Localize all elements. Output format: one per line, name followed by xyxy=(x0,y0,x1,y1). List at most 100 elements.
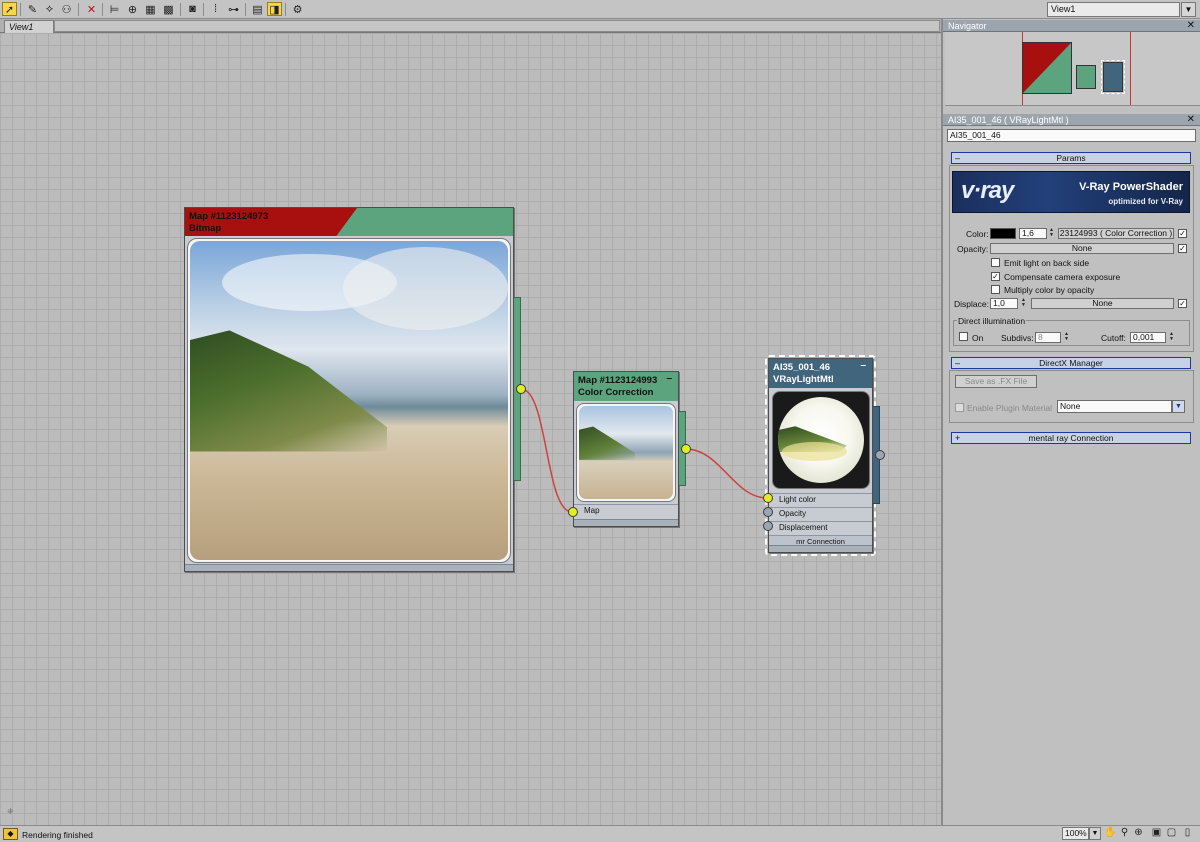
main-toolbar: ➚ ✎ ⟡ ⚇ ✕ ⊨ ⊕ ▦ ▩ ◙ ⁞ ⊶ ▤ ◨ ⚙ xyxy=(0,0,1200,19)
material-sphere xyxy=(778,397,864,483)
beach-thumbnail xyxy=(190,241,508,560)
cutoff-field[interactable]: 0,001 xyxy=(1130,332,1166,343)
chevron-down-icon[interactable]: ▼ xyxy=(1181,2,1196,17)
node-subtitle: VRayLightMtl xyxy=(773,374,834,385)
zoom-icon[interactable]: ⚲ xyxy=(1118,827,1131,840)
subdivs-field[interactable]: 8 xyxy=(1035,332,1061,343)
chevron-down-icon[interactable]: ▼ xyxy=(1172,400,1185,413)
chevron-down-icon[interactable]: ▼ xyxy=(1089,827,1101,840)
lasso-tool-icon[interactable]: ⟡ xyxy=(42,2,57,16)
color-swatch[interactable] xyxy=(990,228,1016,239)
tab-view1[interactable]: View1 xyxy=(4,20,54,33)
node-subtitle: Color Correction xyxy=(578,387,654,398)
node-footer xyxy=(769,545,872,552)
zoom-extents-icon[interactable]: ▣ xyxy=(1150,827,1163,840)
opacity-label: Opacity: xyxy=(957,244,989,254)
save-fx-button[interactable]: Save as .FX File xyxy=(955,375,1037,388)
bitmap-node[interactable]: Map #1123124973 Bitmap xyxy=(184,207,514,572)
spinner-icon[interactable]: ▲ ▼ xyxy=(1063,332,1070,343)
toolbar-separator xyxy=(78,3,79,16)
parameter-editor-icon[interactable]: ▤ xyxy=(250,2,265,16)
select-tool-icon[interactable]: ➚ xyxy=(2,2,17,16)
directx-rollout[interactable]: – DirectX Manager xyxy=(951,357,1191,369)
render-icon[interactable]: ⚙ xyxy=(290,2,305,16)
material-to-scene-icon[interactable]: ⊕ xyxy=(125,2,140,16)
toolbar-separator xyxy=(180,3,181,16)
displace-map-checkbox[interactable]: ✓ xyxy=(1178,299,1187,308)
collapse-icon: – xyxy=(955,153,961,163)
plugin-material-select[interactable]: None xyxy=(1057,400,1172,413)
wire-cc-to-light-color[interactable] xyxy=(685,448,768,499)
close-icon[interactable]: ✕ xyxy=(1187,20,1195,32)
slot-map[interactable]: Map xyxy=(574,504,678,517)
node-canvas[interactable]: Map #1123124973 Bitmap Map #1123124993 C… xyxy=(0,33,941,825)
slot-light-color[interactable]: Light color xyxy=(769,493,872,506)
navigator-cc-node xyxy=(1076,65,1096,89)
emit-back-side-label: Emit light on back side xyxy=(1004,258,1090,268)
pan-hand-icon[interactable]: ✋ xyxy=(1104,827,1117,840)
color-map-button[interactable]: 23124993 ( Color Correction ) xyxy=(1058,228,1174,239)
delete-icon[interactable]: ✕ xyxy=(84,2,99,16)
canvas-corner-icon: ⁜ xyxy=(7,807,14,816)
params-rollout[interactable]: – Params xyxy=(951,152,1191,164)
enable-plugin-checkbox[interactable] xyxy=(955,403,964,412)
spinner-icon[interactable]: ▲ ▼ xyxy=(1020,298,1027,309)
mtl-output-socket[interactable] xyxy=(875,450,885,460)
collapse-icon[interactable]: – xyxy=(860,360,866,371)
close-icon[interactable]: ✕ xyxy=(1187,114,1195,126)
cc-output-socket[interactable] xyxy=(681,444,691,454)
align-icon[interactable]: ⁞ xyxy=(208,2,223,16)
cutoff-label: Cutoff: xyxy=(1101,333,1126,343)
show-map-icon[interactable]: ◙ xyxy=(185,2,200,16)
navigator-view[interactable] xyxy=(945,32,1200,106)
opacity-socket[interactable] xyxy=(763,507,773,517)
compensate-exposure-checkbox[interactable]: ✓ xyxy=(991,272,1000,281)
grid-icon[interactable]: ▩ xyxy=(161,2,176,16)
zoom-selected-icon[interactable]: ▢ xyxy=(1165,827,1178,840)
direct-illumination-label: Direct illumination xyxy=(957,316,1027,326)
slot-displacement[interactable]: Displacement xyxy=(769,521,872,534)
hierarchy-icon[interactable]: ⊶ xyxy=(226,2,241,16)
bitmap-output-socket[interactable] xyxy=(516,384,526,394)
navigator-bitmap-node xyxy=(1022,42,1072,94)
opacity-map-button[interactable]: None xyxy=(990,243,1174,254)
displacement-socket[interactable] xyxy=(763,521,773,531)
spinner-icon[interactable]: ▲ ▼ xyxy=(1168,332,1175,343)
view-select[interactable]: View1 xyxy=(1047,2,1180,17)
color-label: Color: xyxy=(966,229,989,239)
node-title: AI35_001_46 xyxy=(773,362,831,373)
collapse-icon[interactable]: – xyxy=(666,373,672,384)
direct-on-checkbox[interactable] xyxy=(959,332,968,341)
toolbar-separator xyxy=(20,3,21,16)
pattern-icon[interactable]: ▦ xyxy=(143,2,158,16)
zoom-region-icon[interactable]: ⊕ xyxy=(1132,827,1145,840)
expand-icon: + xyxy=(955,433,961,443)
highlight-icon[interactable]: ◨ xyxy=(267,2,282,16)
layout-icon[interactable]: ⊨ xyxy=(107,2,122,16)
toolbar-separator xyxy=(102,3,103,16)
render-status-icon: ◆ xyxy=(3,828,18,840)
slot-opacity[interactable]: Opacity xyxy=(769,507,872,520)
vraylightmtl-node[interactable]: AI35_001_46 VRayLightMtl – Light color O… xyxy=(768,358,873,553)
pick-tool-icon[interactable]: ✎ xyxy=(25,2,40,16)
color-map-checkbox[interactable]: ✓ xyxy=(1178,229,1187,238)
material-name-field[interactable]: AI35_001_46 xyxy=(947,129,1196,142)
displace-map-button[interactable]: None xyxy=(1031,298,1174,309)
zoom-field[interactable]: 100% xyxy=(1062,827,1089,840)
map-input-socket[interactable] xyxy=(568,507,578,517)
light-color-socket[interactable] xyxy=(763,493,773,503)
thumbnail-frame xyxy=(187,238,511,563)
color-multiplier-field[interactable]: 1,6 xyxy=(1019,228,1047,239)
emit-back-side-checkbox[interactable] xyxy=(991,258,1000,267)
banner-subheading: optimized for V-Ray xyxy=(1108,197,1183,206)
maximize-icon[interactable]: ▯ xyxy=(1181,827,1194,840)
wire-bitmap-to-cc[interactable] xyxy=(520,388,573,513)
compensate-exposure-label: Compensate camera exposure xyxy=(1004,272,1121,282)
mental-ray-rollout[interactable]: + mental ray Connection xyxy=(951,432,1191,444)
move-children-icon[interactable]: ⚇ xyxy=(59,2,74,16)
displace-field[interactable]: 1,0 xyxy=(990,298,1018,309)
opacity-map-checkbox[interactable]: ✓ xyxy=(1178,244,1187,253)
multiply-opacity-checkbox[interactable] xyxy=(991,285,1000,294)
color-correction-node[interactable]: Map #1123124993 Color Correction – Map xyxy=(573,371,679,527)
spinner-icon[interactable]: ▲ ▼ xyxy=(1048,228,1055,239)
